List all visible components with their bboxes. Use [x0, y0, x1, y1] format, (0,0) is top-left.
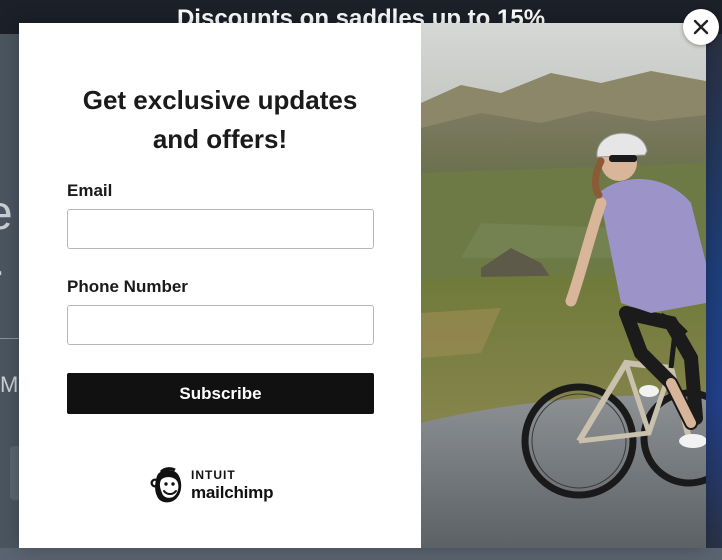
hero-divider	[0, 338, 20, 339]
signup-popup: Get exclusive updates and offers! Email …	[19, 23, 706, 548]
mailchimp-badge[interactable]: INTUIT mailchimp	[149, 465, 273, 505]
popup-title: Get exclusive updates and offers!	[82, 85, 358, 154]
brand-name-text: mailchimp	[191, 483, 274, 502]
hero-text-fragment: r	[0, 254, 2, 309]
phone-label: Phone Number	[67, 277, 188, 296]
mailchimp-freddie-icon	[150, 467, 182, 503]
hero-text-fragment: e	[0, 186, 13, 241]
close-button[interactable]	[683, 9, 719, 45]
email-field[interactable]	[67, 209, 374, 249]
hero-text-fragment: M	[0, 372, 19, 397]
mailchimp-wordmark: INTUIT mailchimp	[191, 469, 273, 501]
email-label: Email	[67, 181, 113, 200]
background-image-strip	[706, 34, 722, 560]
subscribe-button[interactable]: Subscribe	[67, 373, 374, 414]
background-bottom-strip	[0, 548, 722, 560]
signup-form-panel: Get exclusive updates and offers! Email …	[19, 23, 421, 548]
popup-image	[421, 23, 706, 548]
phone-field[interactable]	[67, 305, 374, 345]
cyclist-photo	[421, 23, 706, 548]
brand-top-text: INTUIT	[191, 468, 236, 482]
close-icon	[693, 19, 709, 35]
